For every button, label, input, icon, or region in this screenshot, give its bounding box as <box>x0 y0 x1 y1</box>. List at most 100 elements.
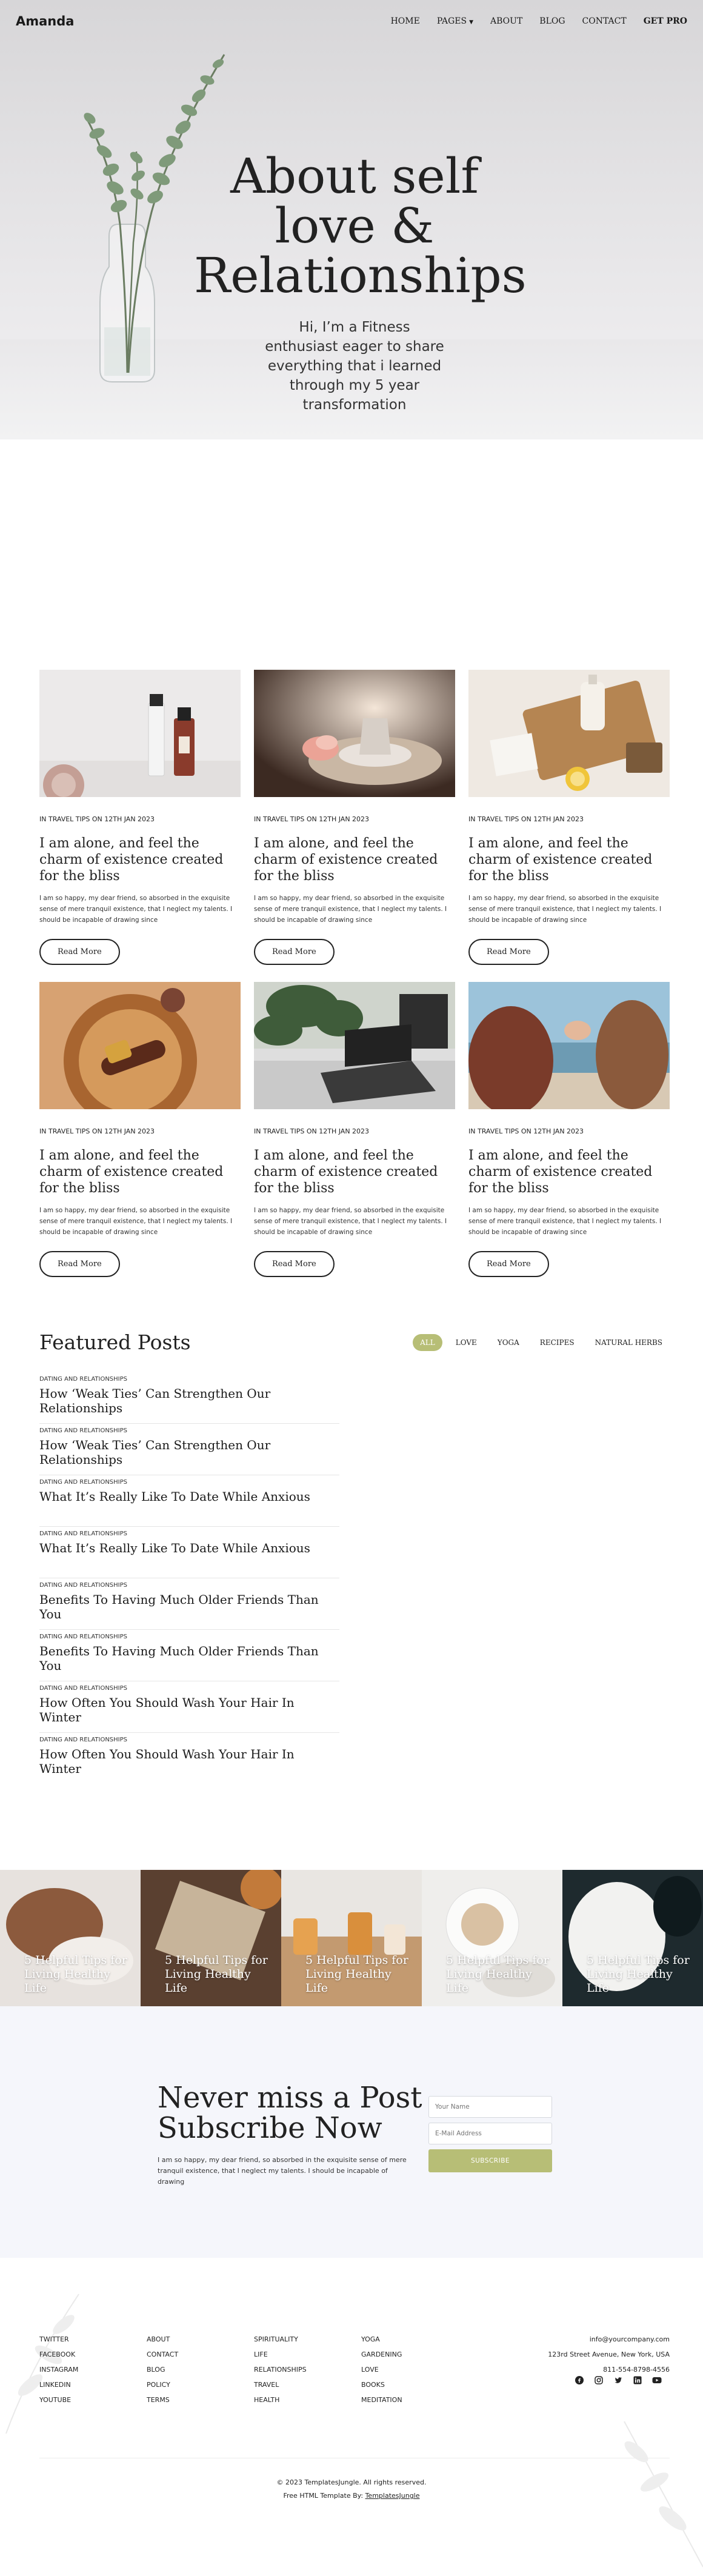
wooden-bowl-image[interactable] <box>39 982 241 1109</box>
filter-yoga[interactable]: YOGA <box>490 1334 527 1351</box>
footer-link[interactable]: CONTACT <box>147 2351 254 2358</box>
post-category[interactable]: DATING AND RELATIONSHIPS <box>39 1479 339 1486</box>
card-title[interactable]: I am alone, and feel the charm of existe… <box>39 835 241 884</box>
email-field[interactable] <box>428 2123 552 2144</box>
blog-card: IN TRAVEL TIPS ON 12TH JAN 2023 I am alo… <box>39 982 241 1294</box>
list-item: DATING AND RELATIONSHIPS How Often You Sh… <box>39 1681 339 1733</box>
post-category[interactable]: DATING AND RELATIONSHIPS <box>39 1530 339 1537</box>
nav-about[interactable]: ABOUT <box>490 16 522 26</box>
card-meta: IN TRAVEL TIPS ON 12TH JAN 2023 <box>39 1127 155 1135</box>
filter-natural-herbs[interactable]: NATURAL HERBS <box>588 1334 670 1351</box>
footer-link[interactable]: TRAVEL <box>254 2381 361 2389</box>
footer-link[interactable]: MEDITATION <box>361 2396 468 2404</box>
footer-link[interactable]: ABOUT <box>147 2335 254 2343</box>
read-more-button[interactable]: Read More <box>468 1251 549 1277</box>
tip-caption: 5 Helpful Tips for Living Healthy Life <box>587 1954 690 1995</box>
post-category[interactable]: DATING AND RELATIONSHIPS <box>39 1582 339 1589</box>
filter-love[interactable]: LOVE <box>448 1334 484 1351</box>
post-title[interactable]: Benefits To Having Much Older Friends Th… <box>39 1592 339 1621</box>
post-title[interactable]: How ‘Weak Ties’ Can Strengthen Our Relat… <box>39 1386 339 1415</box>
footer-link[interactable]: LINKEDIN <box>39 2381 147 2389</box>
nav-get-pro[interactable]: GET PRO <box>644 16 687 26</box>
footer-link[interactable]: GARDENING <box>361 2351 468 2358</box>
post-title[interactable]: What It’s Really Like To Date While Anxi… <box>39 1541 339 1555</box>
post-category[interactable]: DATING AND RELATIONSHIPS <box>39 1737 339 1743</box>
post-title[interactable]: How Often You Should Wash Your Hair In W… <box>39 1747 339 1776</box>
list-item: DATING AND RELATIONSHIPS What It’s Really… <box>39 1527 339 1578</box>
featured-title: Featured Posts <box>39 1330 191 1354</box>
tea-table-image[interactable] <box>254 670 455 797</box>
post-category[interactable]: DATING AND RELATIONSHIPS <box>39 1427 339 1434</box>
list-item: DATING AND RELATIONSHIPS How ‘Weak Ties’ … <box>39 1424 339 1475</box>
card-title[interactable]: I am alone, and feel the charm of existe… <box>468 835 670 884</box>
read-more-button[interactable]: Read More <box>254 939 335 965</box>
nav-contact[interactable]: CONTACT <box>582 16 627 26</box>
post-category[interactable]: DATING AND RELATIONSHIPS <box>39 1376 339 1383</box>
footer-link[interactable]: TERMS <box>147 2396 254 2404</box>
hero-subtitle: Hi, I’m a Fitness enthusiast eager to sh… <box>265 319 444 413</box>
youtube-icon[interactable] <box>651 2375 662 2386</box>
tip-tile[interactable]: 5 Helpful Tips for Living Healthy Life <box>281 1870 422 2006</box>
cosmetics-bottles-image[interactable] <box>39 670 241 797</box>
spa-tray-image[interactable] <box>468 670 670 797</box>
read-more-button[interactable]: Read More <box>468 939 549 965</box>
footer-link[interactable]: YOGA <box>361 2335 468 2343</box>
footer-link[interactable]: HEALTH <box>254 2396 361 2404</box>
beach-friends-image[interactable] <box>468 982 670 1109</box>
read-more-button[interactable]: Read More <box>39 1251 120 1277</box>
footer-link[interactable]: FACEBOOK <box>39 2351 147 2358</box>
laptop-desk-image[interactable] <box>254 982 455 1109</box>
contact-email[interactable]: info@yourcompany.com <box>548 2335 670 2343</box>
card-title[interactable]: I am alone, and feel the charm of existe… <box>254 835 455 884</box>
post-title[interactable]: Benefits To Having Much Older Friends Th… <box>39 1644 339 1673</box>
tip-tile[interactable]: 5 Helpful Tips for Living Healthy Life <box>422 1870 562 2006</box>
footer-link[interactable]: SPIRITUALITY <box>254 2335 361 2343</box>
contact-phone[interactable]: 811-554-8798-4556 <box>548 2366 670 2374</box>
footer-link[interactable]: BLOG <box>147 2366 254 2374</box>
card-title[interactable]: I am alone, and feel the charm of existe… <box>254 1147 455 1196</box>
footer-link-columns: TWITTER FACEBOOK INSTAGRAM LINKEDIN YOUT… <box>39 2335 468 2411</box>
nav-home[interactable]: HOME <box>391 16 420 26</box>
footer-link[interactable]: LIFE <box>254 2351 361 2358</box>
credit-link[interactable]: TemplatesJungle <box>365 2492 420 2500</box>
tips-image-strip: 5 Helpful Tips for Living Healthy Life 5… <box>0 1870 703 2006</box>
tip-tile[interactable]: 5 Helpful Tips for Living Healthy Life <box>141 1870 281 2006</box>
card-excerpt: I am so happy, my dear friend, so absorb… <box>254 895 447 924</box>
card-title[interactable]: I am alone, and feel the charm of existe… <box>39 1147 241 1196</box>
footer-copyright: © 2023 TemplatesJungle. All rights reser… <box>0 2476 703 2503</box>
footer-link[interactable]: RELATIONSHIPS <box>254 2366 361 2374</box>
post-title[interactable]: How Often You Should Wash Your Hair In W… <box>39 1695 339 1724</box>
post-category[interactable]: DATING AND RELATIONSHIPS <box>39 1633 339 1640</box>
card-title[interactable]: I am alone, and feel the charm of existe… <box>468 1147 670 1196</box>
filter-all[interactable]: ALL <box>413 1333 442 1351</box>
footer-link[interactable]: TWITTER <box>39 2335 147 2343</box>
nav-pages[interactable]: PAGES ▼ <box>437 16 473 26</box>
subscribe-button[interactable]: SUBSCRIBE <box>428 2149 552 2172</box>
post-title[interactable]: How ‘Weak Ties’ Can Strengthen Our Relat… <box>39 1438 339 1467</box>
footer-column-social: TWITTER FACEBOOK INSTAGRAM LINKEDIN YOUT… <box>39 2335 147 2411</box>
footer-link[interactable]: BOOKS <box>361 2381 468 2389</box>
read-more-button[interactable]: Read More <box>254 1251 335 1277</box>
tip-tile[interactable]: 5 Helpful Tips for Living Healthy Life <box>0 1870 141 2006</box>
name-field[interactable] <box>428 2096 552 2118</box>
facebook-icon[interactable] <box>574 2375 585 2386</box>
linkedin-icon[interactable] <box>632 2375 643 2386</box>
filter-recipes[interactable]: RECIPES <box>533 1334 582 1351</box>
footer-link[interactable]: YOUTUBE <box>39 2396 147 2404</box>
footer-link[interactable]: LOVE <box>361 2366 468 2374</box>
blog-card: IN TRAVEL TIPS ON 12TH JAN 2023 I am alo… <box>468 982 670 1294</box>
instagram-icon[interactable] <box>593 2375 604 2386</box>
tip-caption: 5 Helpful Tips for Living Healthy Life <box>305 1954 408 1995</box>
featured-posts-section: Featured Posts ALL LOVE YOGA RECIPES NAT… <box>39 1330 670 1784</box>
twitter-icon[interactable] <box>613 2375 624 2386</box>
card-excerpt: I am so happy, my dear friend, so absorb… <box>39 1207 233 1236</box>
footer-link[interactable]: POLICY <box>147 2381 254 2389</box>
site-logo[interactable]: Amanda <box>16 14 74 28</box>
read-more-button[interactable]: Read More <box>39 939 120 965</box>
featured-header: Featured Posts ALL LOVE YOGA RECIPES NAT… <box>39 1330 670 1354</box>
tip-tile[interactable]: 5 Helpful Tips for Living Healthy Life <box>562 1870 703 2006</box>
footer-link[interactable]: INSTAGRAM <box>39 2366 147 2374</box>
nav-blog[interactable]: BLOG <box>539 16 565 26</box>
post-title[interactable]: What It’s Really Like To Date While Anxi… <box>39 1489 339 1504</box>
post-category[interactable]: DATING AND RELATIONSHIPS <box>39 1685 339 1692</box>
